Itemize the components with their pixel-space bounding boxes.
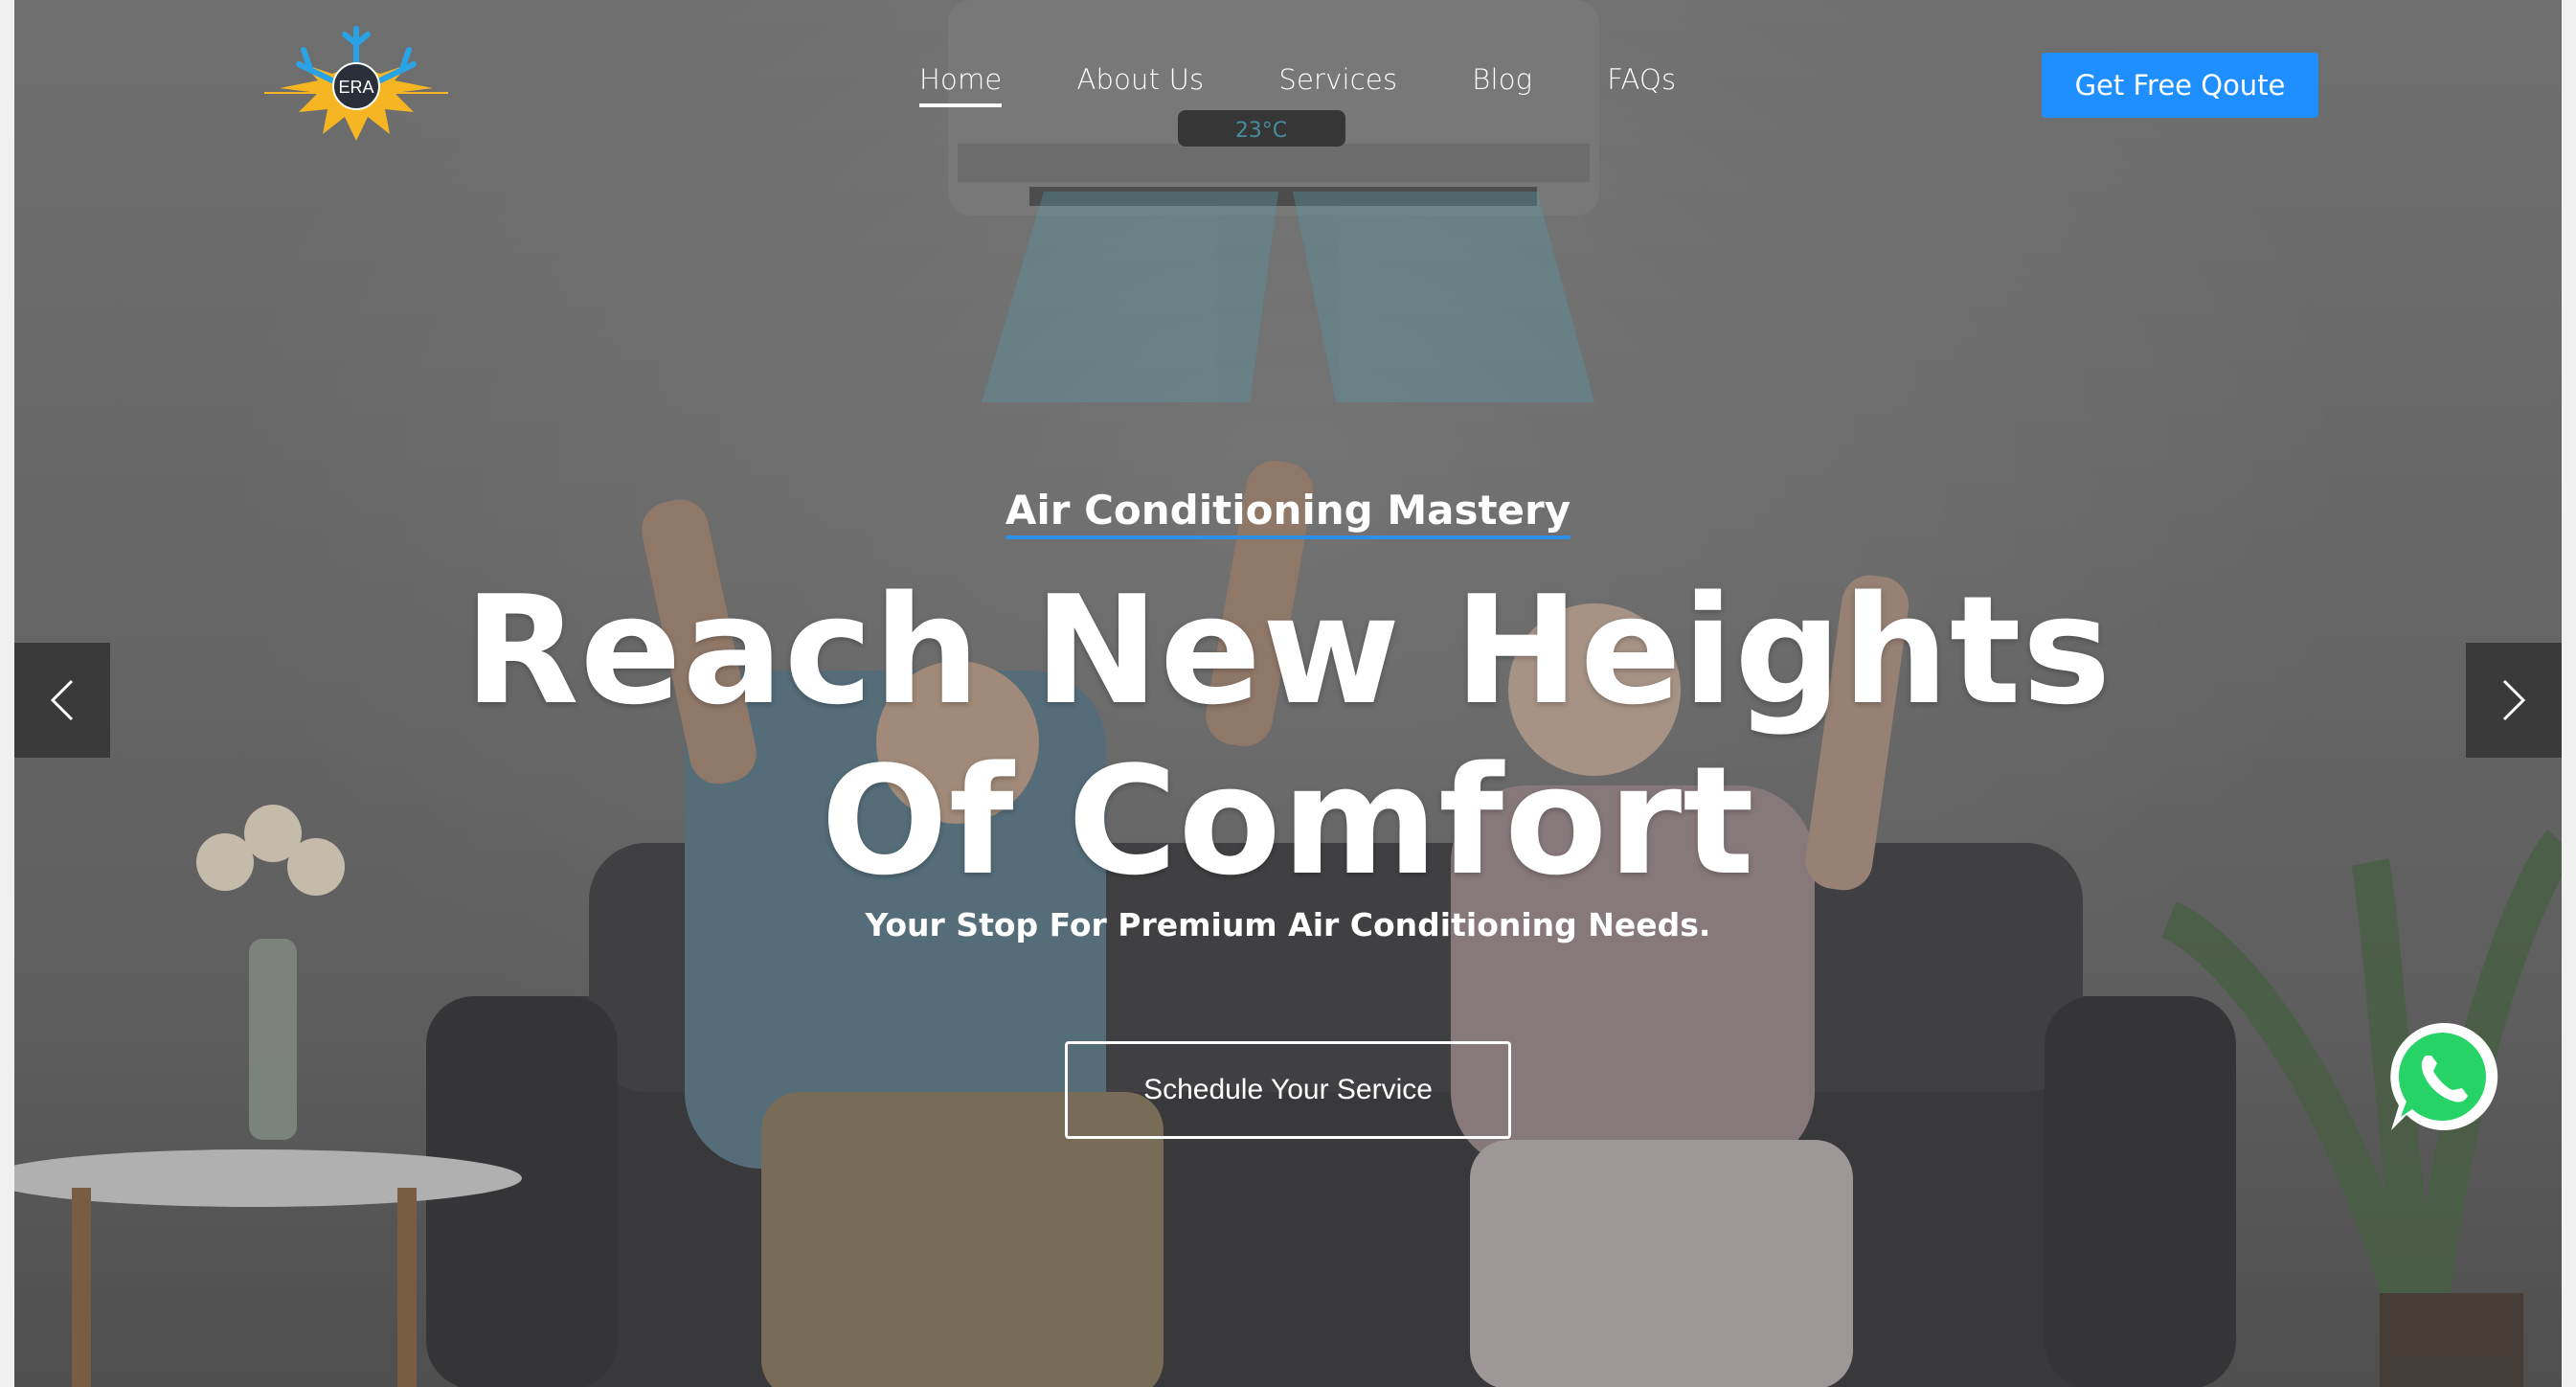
schedule-service-button[interactable]: Schedule Your Service	[1065, 1041, 1511, 1139]
hero-headline-line1: Reach New Heights	[463, 563, 2113, 738]
nav-services[interactable]: Services	[1278, 63, 1397, 107]
logo-text: ERA	[338, 78, 373, 97]
hero-eyebrow: Air Conditioning Mastery	[14, 487, 2562, 539]
hero-eyebrow-text: Air Conditioning Mastery	[1005, 487, 1571, 539]
era-logo[interactable]: ERA	[260, 21, 452, 146]
hero-subheadline: Your Stop For Premium Air Conditioning N…	[865, 906, 1711, 944]
nav-faqs[interactable]: FAQs	[1607, 63, 1676, 107]
chevron-right-icon	[2502, 679, 2526, 721]
hero-headline-line2: Of Comfort	[821, 734, 1755, 908]
nav-home[interactable]: Home	[919, 63, 1003, 107]
right-edge	[2562, 0, 2576, 1387]
nav-blog[interactable]: Blog	[1472, 63, 1532, 107]
hero-section: 23°C ERA Home About Us Services Blog FAQ…	[14, 0, 2562, 1387]
get-free-quote-button[interactable]: Get Free Qoute	[2042, 53, 2318, 118]
whatsapp-icon[interactable]	[2382, 1015, 2504, 1138]
slider-prev-button[interactable]	[14, 643, 110, 758]
main-nav: Home About Us Services Blog FAQs	[919, 63, 1751, 107]
hero-headline: Reach New Heights Of Comfort	[14, 565, 2562, 906]
slider-next-button[interactable]	[2466, 643, 2562, 758]
nav-about-us[interactable]: About Us	[1076, 63, 1204, 107]
chevron-left-icon	[50, 679, 74, 721]
left-edge	[0, 0, 14, 1387]
